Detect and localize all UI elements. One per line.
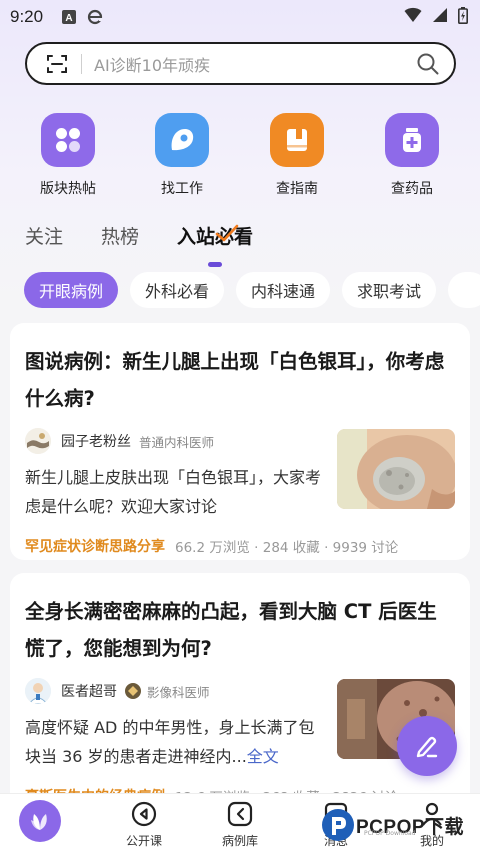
compose-button[interactable]: [397, 716, 457, 776]
chip-surgery[interactable]: 外科必看: [130, 272, 225, 308]
chip-more[interactable]: [448, 272, 480, 308]
wifi-icon: [404, 7, 422, 27]
author-name: 园子老粉丝: [61, 434, 131, 450]
chip-job-exam[interactable]: 求职考试: [342, 272, 437, 308]
signal-icon: [432, 7, 448, 27]
post-excerpt-text: 新生儿腿上皮肤出现「白色银耳」，大家考虑是什么呢？欢迎大家讨论: [25, 468, 322, 516]
status-bar: 9:20 A: [0, 0, 480, 34]
tab-label: 关注: [25, 226, 64, 248]
quick-entry-guide[interactable]: 查指南: [257, 113, 337, 198]
search-input[interactable]: AI诊断10年顽疾: [94, 52, 416, 76]
message-icon: [322, 800, 350, 828]
svg-text:A: A: [65, 13, 72, 24]
medicine-bottle-icon: [385, 113, 439, 167]
author-name: 医者超哥: [61, 684, 117, 700]
verified-badge-icon: [125, 683, 141, 699]
search-divider: [81, 53, 82, 74]
post-title[interactable]: 图说病例：新生儿腿上出现「白色银耳」，你考虑什么病?: [25, 343, 455, 417]
chip-internal-medicine[interactable]: 内科速通: [236, 272, 331, 308]
status-time: 9:20: [10, 7, 44, 26]
post-thumbnail[interactable]: [337, 429, 455, 509]
grid-apps-icon: [41, 113, 95, 167]
quick-entry-find-job[interactable]: 找工作: [142, 113, 222, 198]
tab-label: 热榜: [101, 226, 140, 248]
nav-label: 病例库: [221, 834, 258, 848]
chip-eye-opening-cases[interactable]: 开眼病例: [24, 272, 119, 308]
scan-icon[interactable]: [45, 52, 69, 76]
read-more-link[interactable]: 全文: [247, 747, 279, 766]
nav-messages[interactable]: 消息: [296, 800, 376, 849]
checkmark-icon: [215, 224, 239, 242]
nav-home[interactable]: [0, 800, 80, 846]
tab-active-indicator: [208, 262, 223, 267]
post-topic-tag[interactable]: 罕见症状诊断思路分享: [25, 536, 165, 556]
quick-entry-label: 查指南: [276, 181, 318, 197]
post-card[interactable]: 全身长满密密麻麻的凸起，看到大脑 CT 后医生慌了，您能想到为何? 医者超哥 影…: [10, 573, 470, 813]
author-role: 普通内科医师: [139, 434, 215, 450]
quick-entries: 版块热帖 找工作 查指南 查药品: [0, 113, 480, 203]
post-author[interactable]: 园子老粉丝 普通内科医师: [25, 428, 327, 454]
nav-case-library[interactable]: 病例库: [200, 800, 280, 849]
quick-entry-label: 版块热帖: [40, 181, 96, 197]
a-badge-icon: A: [61, 9, 77, 25]
post-meta: 罕见症状诊断思路分享 66.2 万浏览 · 284 收藏 · 9939 讨论: [25, 535, 455, 557]
post-excerpt: 新生儿腿上皮肤出现「白色银耳」，大家考虑是什么呢？欢迎大家讨论: [25, 463, 327, 521]
post-title[interactable]: 全身长满密密麻麻的凸起，看到大脑 CT 后医生慌了，您能想到为何?: [25, 593, 455, 667]
quick-entry-medicine[interactable]: 查药品: [372, 113, 452, 198]
tab-must-read[interactable]: 入站必看: [177, 222, 253, 267]
quick-entry-label: 查药品: [391, 181, 433, 197]
nav-label: 公开课: [125, 834, 162, 848]
post-card[interactable]: 图说病例：新生儿腿上出现「白色银耳」，你考虑什么病? 园子老粉丝 普通内科医师 …: [10, 323, 470, 560]
post-excerpt: 高度怀疑 AD 的中年男性，身上长满了包块当 36 岁的患者走进神经内...全文: [25, 713, 327, 771]
tab-hot-list[interactable]: 热榜: [101, 222, 139, 249]
book-icon: [270, 113, 324, 167]
post-author[interactable]: 医者超哥 影像科医师: [25, 678, 327, 704]
feed-tabs: 关注 热榜 入站必看: [25, 222, 291, 267]
author-role: 影像科医师: [147, 684, 210, 700]
user-icon: [418, 800, 446, 828]
bottom-nav: 公开课 病例库 消息 我的: [0, 793, 480, 853]
nav-label: 我的: [419, 834, 444, 848]
search-icon[interactable]: [416, 52, 440, 76]
ie-icon: [87, 9, 103, 25]
quick-entry-board-hot[interactable]: 版块热帖: [28, 113, 108, 198]
battery-icon: [458, 6, 468, 28]
quick-entry-label: 找工作: [161, 181, 203, 197]
post-stats: 66.2 万浏览 · 284 收藏 · 9939 讨论: [175, 540, 399, 556]
play-circle-icon: [130, 800, 158, 828]
tab-follow[interactable]: 关注: [25, 222, 63, 249]
leaf-home-icon: [19, 800, 61, 842]
category-chips: 开眼病例 外科必看 内科速通 求职考试: [24, 272, 480, 308]
location-pin-icon: [155, 113, 209, 167]
nav-label: 消息: [323, 834, 348, 848]
avatar[interactable]: [25, 678, 51, 704]
case-library-icon: [226, 800, 254, 828]
search-bar[interactable]: AI诊断10年顽疾: [25, 42, 456, 85]
nav-profile[interactable]: 我的: [392, 800, 472, 849]
avatar[interactable]: [25, 428, 51, 454]
pen-icon: [416, 736, 438, 758]
nav-open-course[interactable]: 公开课: [104, 800, 184, 849]
